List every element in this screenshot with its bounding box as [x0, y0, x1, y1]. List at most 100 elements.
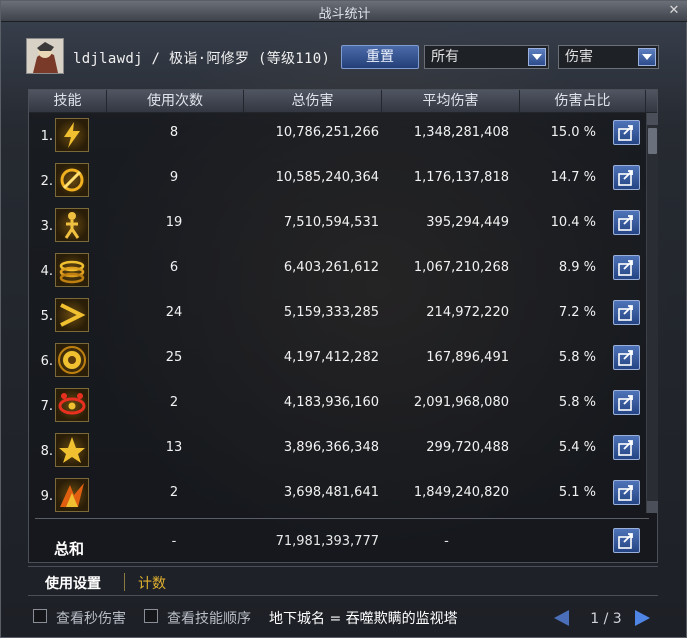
share-button[interactable] [613, 255, 640, 280]
row-total-damage: 5,159,333,285 [283, 305, 379, 320]
table-row[interactable]: 1. 8 10,786,251,266 1,348,281,408 15.0 % [29, 113, 641, 157]
row-total-damage: 7,510,594,531 [283, 215, 379, 230]
row-count: 2 [169, 395, 179, 410]
row-average-damage: 1,176,137,818 [413, 170, 509, 185]
row-average-damage: 2,091,968,080 [413, 395, 509, 410]
share-button[interactable] [613, 300, 640, 325]
battle-stats-window: 战斗统计 ✕ ldjlawdj / 极诣·阿修罗 (等级110) 重置 所有 伤… [0, 0, 687, 638]
row-damage-percent: 5.8 % [558, 350, 596, 365]
per-second-checkbox[interactable] [33, 609, 47, 623]
share-icon [618, 125, 633, 141]
share-icon [618, 440, 633, 456]
scroll-down-button[interactable] [647, 501, 658, 513]
table-row[interactable]: 4. 6 6,403,261,612 1,067,210,268 8.9 % [29, 248, 641, 292]
row-rank: 1. [40, 129, 53, 144]
table-row[interactable]: 5. 24 5,159,333,285 214,972,220 7.2 % [29, 293, 641, 337]
row-average-damage: 395,294,449 [426, 215, 509, 230]
summary-count: - [171, 534, 177, 549]
row-rank: 9. [40, 489, 53, 504]
row-count: 25 [165, 350, 183, 365]
share-button[interactable] [613, 435, 640, 460]
character-portrait-icon [27, 39, 63, 73]
window-title: 战斗统计 [318, 7, 371, 22]
column-header-average[interactable]: 平均伤害 [382, 90, 520, 112]
summary-label: 总和 [54, 540, 85, 558]
page-prev-icon[interactable] [554, 610, 569, 626]
table-row[interactable]: 7. 2 4,183,936,160 2,091,968,080 5.8 % [29, 383, 641, 427]
table-scrollbar[interactable] [646, 113, 658, 513]
close-icon: ✕ [668, 3, 680, 18]
reset-button[interactable]: 重置 [341, 45, 419, 69]
footer: 查看秒伤害 查看技能顺序 地下城名 = 吞噬欺瞒的监视塔 1 / 3 [1, 601, 687, 635]
row-average-damage: 1,067,210,268 [413, 260, 509, 275]
page-next-icon[interactable] [635, 610, 650, 626]
row-count: 24 [165, 305, 183, 320]
player-info: ldjlawdj / 极诣·阿修罗 (等级110) [73, 51, 331, 67]
table-row[interactable]: 6. 25 4,197,412,282 167,896,491 5.8 % [29, 338, 641, 382]
column-header-skill[interactable]: 技能 [29, 90, 107, 112]
row-damage-percent: 14.7 % [550, 170, 596, 185]
tab-counter[interactable]: 计数 [138, 573, 166, 593]
share-button[interactable] [613, 390, 640, 415]
row-rank: 8. [40, 444, 53, 459]
row-total-damage: 6,403,261,612 [283, 260, 379, 275]
row-count: 13 [165, 440, 183, 455]
share-button[interactable] [613, 120, 640, 145]
column-header-percent[interactable]: 伤害占比 [520, 90, 646, 112]
row-damage-percent: 10.4 % [550, 215, 596, 230]
metric-filter-dropdown[interactable]: 伤害 [558, 45, 659, 69]
row-count: 6 [169, 260, 179, 275]
table-row[interactable]: 8. 13 3,896,366,348 299,720,488 5.4 % [29, 428, 641, 472]
row-damage-percent: 7.2 % [558, 305, 596, 320]
row-rank: 3. [40, 219, 53, 234]
table-row[interactable]: 2. 9 10,585,240,364 1,176,137,818 14.7 % [29, 158, 641, 202]
chevron-down-icon [638, 48, 656, 66]
share-icon [618, 260, 633, 276]
row-count: 2 [169, 485, 179, 500]
avatar [26, 38, 64, 74]
spike-skill-icon [55, 433, 89, 467]
burst-skill-icon [55, 163, 89, 197]
share-button[interactable] [613, 165, 640, 190]
dungeon-name: 地下城名 = 吞噬欺瞒的监视塔 [269, 611, 458, 627]
title-bar[interactable]: 战斗统计 ✕ [1, 1, 687, 22]
row-damage-percent: 5.8 % [558, 395, 596, 410]
row-total-damage: 10,786,251,266 [275, 125, 379, 140]
summary-divider [35, 518, 649, 519]
column-header-total[interactable]: 总伤害 [244, 90, 382, 112]
close-button[interactable]: ✕ [666, 3, 682, 18]
row-total-damage: 3,896,366,348 [283, 440, 379, 455]
share-icon [618, 395, 633, 411]
table-header: 技能 使用次数 总伤害 平均伤害 伤害占比 [29, 90, 657, 113]
row-count: 19 [165, 215, 183, 230]
row-rank: 2. [40, 174, 53, 189]
row-damage-percent: 5.4 % [558, 440, 596, 455]
target-filter-dropdown[interactable]: 所有 [424, 45, 549, 69]
row-rank: 4. [40, 264, 53, 279]
row-average-damage: 214,972,220 [426, 305, 509, 320]
table-row[interactable]: 3. 19 7,510,594,531 395,294,449 10.4 % [29, 203, 641, 247]
share-summary-button[interactable] [613, 528, 640, 553]
row-rank: 6. [40, 354, 53, 369]
orb-skill-icon [55, 343, 89, 377]
metric-filter-value: 伤害 [565, 49, 593, 65]
scroll-thumb[interactable] [648, 128, 657, 154]
share-button[interactable] [613, 210, 640, 235]
lightning-skill-icon [55, 118, 89, 152]
skill-order-checkbox[interactable] [144, 609, 158, 623]
per-second-label[interactable]: 查看秒伤害 [56, 608, 126, 628]
share-button[interactable] [613, 345, 640, 370]
tab-settings[interactable]: 使用设置 [45, 573, 101, 593]
target-filter-value: 所有 [431, 49, 459, 65]
column-header-count[interactable]: 使用次数 [107, 90, 244, 112]
share-icon [618, 533, 633, 549]
skill-order-label[interactable]: 查看技能顺序 [167, 608, 251, 628]
eye-skill-icon [55, 388, 89, 422]
scroll-up-button[interactable] [647, 113, 658, 125]
wave-skill-icon [55, 298, 89, 332]
table-row[interactable]: 9. 2 3,698,481,641 1,849,240,820 5.1 % [29, 473, 641, 517]
share-button[interactable] [613, 480, 640, 505]
row-count: 9 [169, 170, 179, 185]
row-rank: 5. [40, 309, 53, 324]
row-damage-percent: 8.9 % [558, 260, 596, 275]
